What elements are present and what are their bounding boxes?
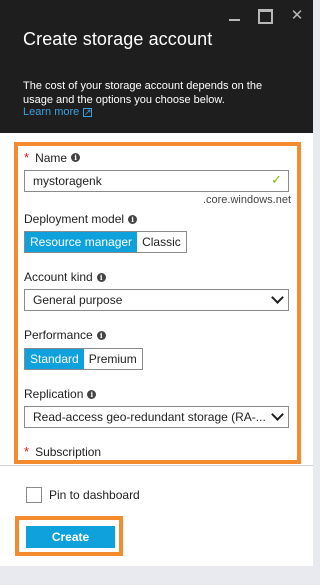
deployment-option-classic[interactable]: Classic — [137, 232, 186, 252]
name-input[interactable]: mystoragenk ✓ — [24, 170, 289, 192]
account-kind-label: Account kind i — [24, 270, 106, 284]
info-icon[interactable]: i — [71, 153, 81, 162]
page-title: Create storage account — [23, 29, 213, 49]
minimize-icon[interactable] — [226, 8, 242, 24]
learn-more-label: Learn more — [23, 106, 80, 118]
performance-option-standard[interactable]: Standard — [25, 349, 84, 369]
external-link-icon: ↗ — [83, 106, 93, 117]
chevron-down-icon — [271, 408, 284, 421]
close-icon[interactable]: ✕ — [289, 8, 305, 24]
deployment-option-resource-manager[interactable]: Resource manager — [25, 232, 138, 252]
performance-label-text: Performance — [24, 328, 93, 342]
deployment-model-label-text: Deployment model — [24, 212, 125, 226]
info-icon[interactable]: i — [87, 389, 97, 399]
account-kind-value: General purpose — [33, 293, 123, 307]
info-icon[interactable]: i — [96, 272, 106, 282]
footer-strip — [0, 566, 313, 585]
info-icon[interactable]: i — [96, 330, 106, 340]
performance-toggle: Standard Premium — [24, 348, 143, 370]
name-label-text: Name — [35, 150, 68, 165]
create-button[interactable]: Create — [26, 526, 115, 548]
blade-header: ✕ Create storage account The cost of you… — [0, 0, 313, 133]
pin-checkbox[interactable] — [26, 487, 42, 503]
deployment-model-label: Deployment model i — [24, 212, 138, 226]
domain-suffix: .core.windows.net — [202, 194, 291, 206]
form-scroll-area[interactable]: * Name i mystoragenk ✓ .core.windows.net… — [14, 142, 301, 465]
replication-select[interactable]: Read-access geo-redundant storage (RA-..… — [24, 406, 289, 428]
create-storage-blade: ✕ Create storage account The cost of you… — [0, 0, 313, 585]
subscription-label: * Subscription — [24, 444, 101, 459]
subscription-label-text: Subscription — [35, 444, 102, 459]
deployment-model-toggle: Resource manager Classic — [24, 231, 187, 253]
name-label: * Name i — [24, 150, 81, 165]
replication-label: Replication i — [24, 387, 97, 401]
footer-divider — [0, 465, 313, 466]
replication-value: Read-access geo-redundant storage (RA-..… — [33, 410, 266, 424]
pin-label: Pin to dashboard — [49, 488, 140, 502]
cost-info-text: The cost of your storage account depends… — [23, 80, 263, 106]
learn-more-link[interactable]: Learn more ↗ — [23, 106, 93, 118]
account-kind-label-text: Account kind — [24, 270, 93, 284]
account-kind-select[interactable]: General purpose — [24, 289, 289, 311]
maximize-icon[interactable] — [257, 8, 273, 24]
form-scrollbar[interactable] — [297, 146, 301, 342]
pin-to-dashboard[interactable]: Pin to dashboard — [26, 487, 140, 503]
valid-check-icon: ✓ — [271, 172, 282, 187]
required-mark: * — [24, 150, 30, 165]
performance-label: Performance i — [24, 328, 106, 342]
name-input-value: mystoragenk — [33, 174, 102, 188]
performance-option-premium[interactable]: Premium — [83, 349, 142, 369]
info-icon[interactable]: i — [128, 214, 138, 224]
replication-label-text: Replication — [24, 387, 84, 401]
required-mark: * — [24, 444, 30, 459]
chevron-down-icon — [271, 291, 284, 304]
